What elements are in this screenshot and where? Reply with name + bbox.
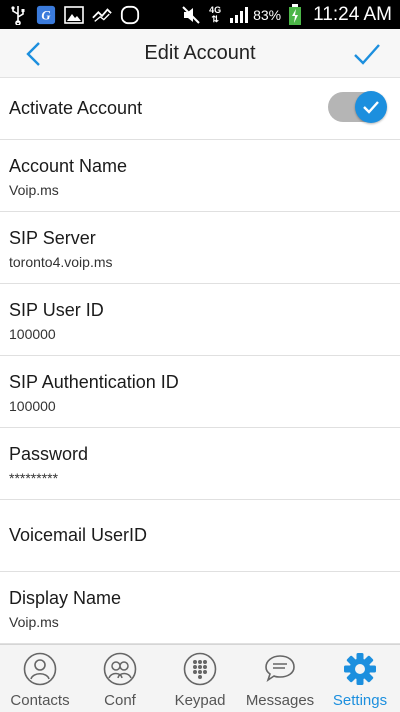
tab-contacts[interactable]: Contacts bbox=[0, 645, 80, 712]
mute-icon bbox=[181, 5, 201, 25]
field-label: Account Name bbox=[9, 156, 128, 176]
app-icon: G bbox=[36, 5, 56, 25]
circle-icon bbox=[120, 5, 140, 25]
network-icon: 4G ⇅ bbox=[209, 4, 222, 24]
voicemail-userid-field[interactable]: Voicemail UserID bbox=[0, 500, 400, 572]
check-icon bbox=[363, 101, 379, 114]
svg-text:G: G bbox=[41, 9, 51, 23]
page-title: Edit Account bbox=[144, 42, 256, 64]
tab-label: Messages bbox=[245, 692, 315, 709]
notification-icons: G bbox=[8, 4, 140, 26]
network-label: 4G bbox=[209, 4, 222, 15]
activate-account-row: Activate Account bbox=[0, 78, 400, 140]
sip-server-field[interactable]: SIP Server toronto4.voip.ms bbox=[0, 212, 400, 284]
sip-user-id-field[interactable]: SIP User ID 100000 bbox=[0, 284, 400, 356]
tab-messages[interactable]: Messages bbox=[240, 645, 320, 712]
field-label: SIP Server bbox=[9, 228, 96, 248]
activate-account-label: Activate Account bbox=[9, 98, 143, 118]
signal-icon bbox=[92, 5, 112, 25]
image-icon bbox=[64, 5, 84, 25]
field-label: SIP Authentication ID bbox=[9, 372, 179, 392]
usb-icon bbox=[8, 5, 28, 25]
toggle-knob bbox=[355, 91, 387, 123]
status-bar: G 4G ⇅ 83% 11:24 AM bbox=[0, 0, 400, 29]
keypad-icon bbox=[182, 651, 218, 687]
field-value: Voip.ms bbox=[9, 614, 59, 630]
account-name-field[interactable]: Account Name Voip.ms bbox=[0, 140, 400, 212]
tab-label: Contacts bbox=[10, 692, 70, 709]
conference-icon bbox=[102, 651, 138, 687]
field-value: ********* bbox=[9, 470, 59, 486]
clock: 11:24 AM bbox=[313, 3, 392, 25]
tab-settings[interactable]: Settings bbox=[320, 645, 400, 712]
signal-bars-icon bbox=[229, 5, 249, 25]
sip-authentication-id-field[interactable]: SIP Authentication ID 100000 bbox=[0, 356, 400, 428]
gear-icon bbox=[342, 651, 378, 687]
field-value: toronto4.voip.ms bbox=[9, 254, 113, 270]
account-settings-list: Activate Account Account Name Voip.ms SI… bbox=[0, 78, 400, 644]
field-label: Display Name bbox=[9, 588, 122, 608]
tab-label: Conf bbox=[104, 692, 136, 709]
display-name-field[interactable]: Display Name Voip.ms bbox=[0, 572, 400, 644]
bottom-tab-bar: Contacts Conf Keypad Messages Settings bbox=[0, 644, 400, 712]
tab-keypad[interactable]: Keypad bbox=[160, 645, 240, 712]
app-header: Edit Account bbox=[0, 29, 400, 78]
tab-label: Keypad bbox=[174, 692, 226, 709]
field-value: Voip.ms bbox=[9, 182, 59, 198]
field-value: 100000 bbox=[9, 398, 56, 414]
battery-charging-icon bbox=[285, 3, 305, 25]
activate-account-toggle[interactable] bbox=[328, 91, 387, 123]
system-icons: 4G ⇅ 83% 11:24 AM bbox=[181, 0, 392, 29]
contact-icon bbox=[22, 651, 58, 687]
tab-conf[interactable]: Conf bbox=[80, 645, 160, 712]
field-label: SIP User ID bbox=[9, 300, 104, 320]
password-field[interactable]: Password ********* bbox=[0, 428, 400, 500]
chat-icon bbox=[262, 651, 298, 687]
field-value: 100000 bbox=[9, 326, 56, 342]
field-label: Password bbox=[9, 444, 89, 464]
battery-percent: 83% bbox=[253, 6, 282, 23]
tab-label: Settings bbox=[332, 692, 388, 709]
save-button[interactable] bbox=[350, 38, 384, 70]
checkmark-icon bbox=[354, 44, 380, 65]
field-label: Voicemail UserID bbox=[9, 525, 148, 545]
